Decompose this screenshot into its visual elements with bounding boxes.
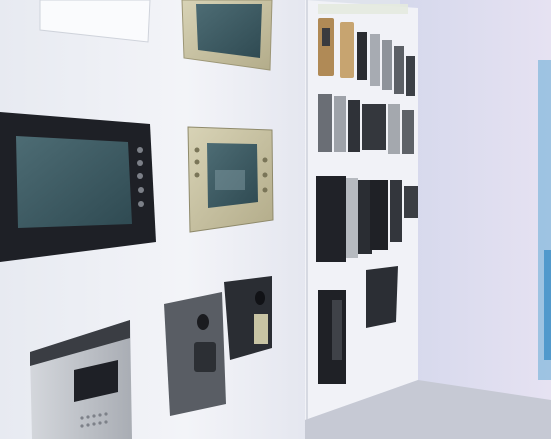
right-wall [400, 0, 551, 439]
door-camera-grey-button [194, 342, 216, 372]
camera-unit-lower-right [366, 266, 398, 328]
blue-display-strip [544, 250, 551, 360]
gold-monitor-screen-highlight [215, 170, 245, 190]
photo-scene [0, 0, 551, 439]
large-black-monitor-screen [16, 136, 132, 228]
camera-small-plate [254, 314, 268, 344]
camera-lens-small [255, 291, 265, 305]
gold-monitor-top-screen [196, 4, 262, 58]
showroom-illustration [0, 0, 551, 439]
keypad-lower [332, 300, 342, 360]
sign-strip [318, 4, 408, 14]
camera-lens-grey [197, 314, 209, 330]
